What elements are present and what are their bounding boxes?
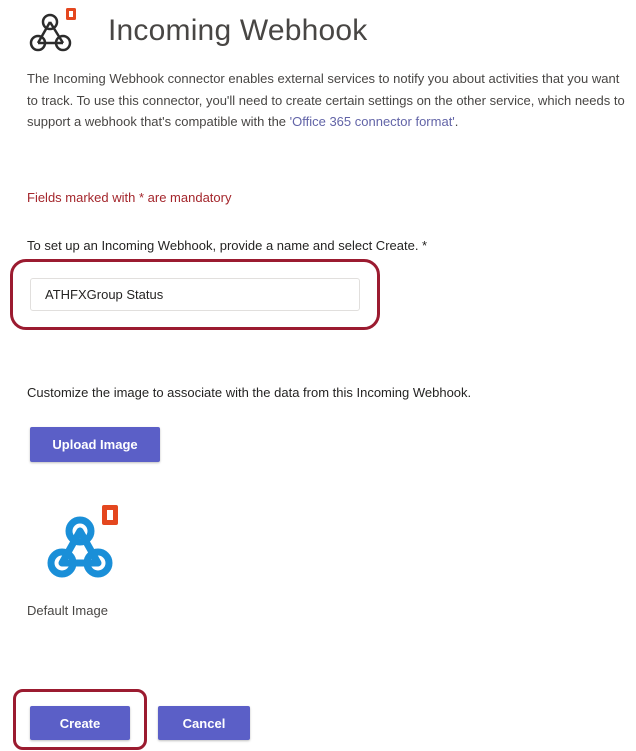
page-title: Incoming Webhook: [108, 14, 368, 47]
webhook-name-input[interactable]: [30, 278, 360, 311]
connector-description: The Incoming Webhook connector enables e…: [27, 68, 631, 133]
customize-image-label: Customize the image to associate with th…: [27, 385, 472, 400]
mandatory-note: Fields marked with * are mandatory: [27, 190, 232, 205]
description-suffix: .: [454, 114, 459, 129]
cancel-button[interactable]: Cancel: [158, 706, 250, 740]
webhook-office-icon: [26, 6, 78, 58]
default-image-label: Default Image: [27, 603, 108, 618]
create-button[interactable]: Create: [30, 706, 130, 740]
connector-format-link[interactable]: 'Office 365 connector format': [290, 114, 455, 129]
upload-image-button[interactable]: Upload Image: [30, 427, 160, 462]
default-image-webhook-icon: [40, 503, 126, 585]
webhook-name-label: To set up an Incoming Webhook, provide a…: [27, 238, 428, 253]
